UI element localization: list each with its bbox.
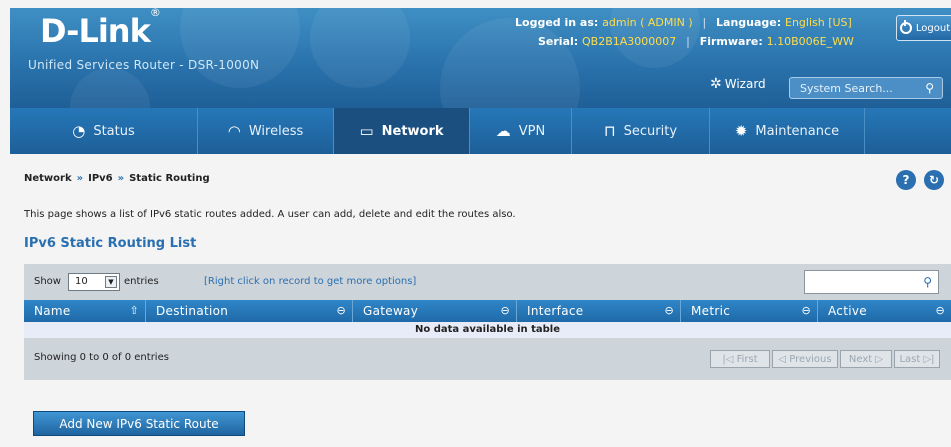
pager-next-button[interactable]: Next ▷	[840, 350, 892, 368]
column-destination[interactable]: Destination ⊖	[146, 300, 353, 322]
session-info: Logged in as: admin ( ADMIN ) | Language…	[515, 16, 852, 29]
sort-icon: ⊖	[664, 304, 674, 317]
nav-item-security[interactable]: ⊓ Security	[572, 108, 710, 154]
decor-bubble	[70, 68, 150, 108]
lock-icon: ⊓	[603, 122, 616, 140]
column-active[interactable]: Active ⊖	[818, 300, 951, 322]
chevron-right-icon: »	[117, 173, 125, 184]
wizard-link[interactable]: ✲ Wizard	[710, 76, 766, 92]
table-search-input[interactable]: ⚲	[804, 270, 939, 294]
refresh-icon[interactable]: ↻	[924, 170, 944, 190]
page-size-select[interactable]: 10 ▼	[68, 273, 120, 291]
table-footer: Showing 0 to 0 of 0 entries |◁ First ◁ P…	[24, 338, 951, 380]
monitor-icon: ▭	[359, 122, 374, 140]
nav-item-vpn[interactable]: ☁ VPN	[470, 108, 572, 154]
showing-info: Showing 0 to 0 of 0 entries	[34, 352, 169, 363]
decor-bubble	[440, 18, 580, 108]
system-search-input[interactable]: System Search... ⚲	[789, 77, 943, 99]
firmware-label: Firmware:	[699, 35, 763, 48]
empty-table-message: No data available in table	[24, 322, 951, 338]
sort-icon: ⊖	[500, 304, 510, 317]
entries-label: entries	[124, 276, 159, 287]
page-description: This page shows a list of IPv6 static ro…	[24, 209, 516, 220]
table-toolbar: Show 10 ▼ entries [Right click on record…	[24, 264, 951, 300]
breadcrumb-network[interactable]: Network	[24, 173, 72, 184]
wifi-icon: ◠	[227, 122, 241, 140]
power-icon	[899, 20, 912, 34]
list-title: IPv6 Static Routing List	[24, 236, 197, 251]
show-label: Show	[34, 276, 61, 287]
nav-item-maintenance[interactable]: ✹ Maintenance	[710, 108, 865, 154]
context-hint: [Right click on record to get more optio…	[204, 276, 417, 287]
device-info: Serial: QB2B1A3000007 | Firmware: 1.10B0…	[538, 35, 854, 48]
breadcrumb-static-routing: Static Routing	[129, 173, 210, 184]
nav-item-wireless[interactable]: ◠ Wireless	[198, 108, 334, 154]
pager-last-button[interactable]: Last ▷|	[894, 350, 940, 368]
sort-icon: ⊖	[935, 304, 945, 317]
gears-icon: ✹	[734, 122, 748, 140]
table-header: Name ⇧ Destination ⊖ Gateway ⊖ Interface ⊖ M…	[24, 300, 951, 322]
system-search-placeholder: System Search...	[800, 81, 893, 95]
first-icon: |◁	[722, 353, 737, 365]
language-label: Language:	[716, 16, 782, 29]
column-gateway[interactable]: Gateway ⊖	[353, 300, 517, 322]
pager-previous-button[interactable]: ◁ Previous	[772, 350, 838, 368]
logout-button[interactable]: Logout	[896, 15, 951, 41]
logged-in-value: admin ( ADMIN )	[602, 16, 693, 29]
language-value[interactable]: English [US]	[785, 16, 852, 29]
last-icon: ▷|	[920, 353, 935, 365]
decor-bubble	[180, 8, 300, 88]
gauge-icon: ◔	[72, 122, 86, 140]
sort-up-icon: ⇧	[129, 304, 139, 317]
column-metric[interactable]: Metric ⊖	[681, 300, 818, 322]
cloud-lock-icon: ☁	[495, 122, 511, 140]
page-size-value: 10	[75, 276, 88, 287]
serial-label: Serial:	[538, 35, 579, 48]
chevron-right-icon: »	[76, 173, 84, 184]
chevron-down-icon: ▼	[105, 276, 117, 288]
serial-value: QB2B1A3000007	[582, 35, 677, 48]
breadcrumb: Network » IPv6 » Static Routing	[24, 173, 210, 184]
wand-icon: ✲	[710, 76, 722, 92]
main-nav: ◔ Status ◠ Wireless ▭ Network ☁ VPN ⊓ Securit…	[10, 108, 951, 154]
nav-item-status[interactable]: ◔ Status	[10, 108, 198, 154]
pager-first-button[interactable]: |◁ First	[710, 350, 770, 368]
firmware-value: 1.10B006E_WW	[766, 35, 854, 48]
column-name[interactable]: Name ⇧	[24, 300, 146, 322]
next-icon: ▷	[872, 353, 884, 365]
sort-icon: ⊖	[801, 304, 811, 317]
breadcrumb-ipv6[interactable]: IPv6	[88, 173, 113, 184]
logged-in-label: Logged in as:	[515, 16, 599, 29]
dlink-logo: D-Link®	[40, 8, 161, 50]
decor-bubble	[310, 8, 410, 88]
product-name: Unified Services Router - DSR-1000N	[28, 58, 260, 72]
column-interface[interactable]: Interface ⊖	[517, 300, 681, 322]
help-icon[interactable]: ?	[896, 170, 916, 190]
search-icon[interactable]: ⚲	[925, 81, 934, 95]
search-icon: ⚲	[923, 275, 932, 289]
add-ipv6-route-button[interactable]: Add New IPv6 Static Route	[33, 411, 245, 436]
sort-icon: ⊖	[336, 304, 346, 317]
previous-icon: ◁	[778, 353, 790, 365]
header-banner: D-Link® Unified Services Router - DSR-10…	[10, 8, 951, 108]
logout-label: Logout	[915, 22, 951, 34]
wizard-label: Wizard	[724, 77, 766, 91]
nav-item-network[interactable]: ▭ Network	[334, 108, 470, 154]
